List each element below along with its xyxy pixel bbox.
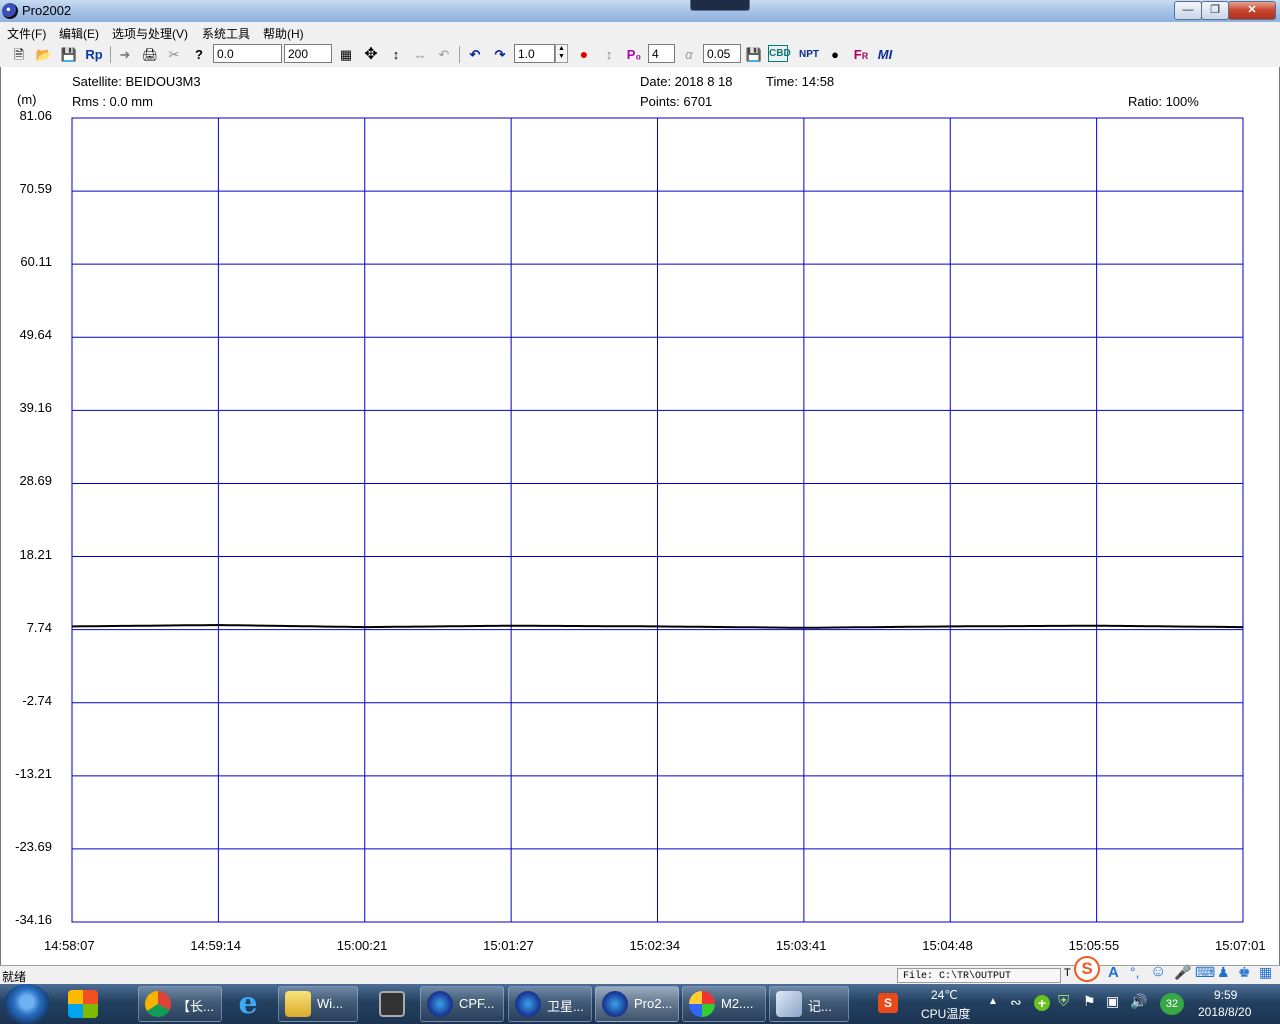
taskbar-item-label: 【长... bbox=[177, 999, 214, 1014]
shield-icon[interactable]: ⛨ bbox=[1058, 993, 1069, 1010]
volume-icon[interactable]: 🔊 bbox=[1130, 993, 1147, 1010]
sogou-ime-icon[interactable]: S bbox=[1074, 956, 1100, 982]
taskbar-item-pro2002[interactable]: Pro2... bbox=[595, 986, 679, 1022]
globe-icon bbox=[427, 991, 453, 1017]
camera-icon bbox=[379, 991, 405, 1017]
ime-user-icon[interactable]: ♟ bbox=[1217, 964, 1230, 981]
globe-icon bbox=[515, 991, 541, 1017]
badge-counter[interactable]: 32 bbox=[1160, 993, 1184, 1015]
taskbar-item-label: 卫星... bbox=[547, 999, 584, 1014]
ie-icon: e bbox=[238, 986, 258, 1021]
taskbar: 【长... e Wi... CPF... 卫星... Pro2... M2...… bbox=[0, 984, 1280, 1024]
clock-date[interactable]: 2018/8/20 bbox=[1198, 1005, 1251, 1019]
status-extra: T bbox=[1064, 967, 1071, 979]
taskbar-item-notepad[interactable]: 记... bbox=[769, 986, 849, 1022]
ime-keyboard-icon[interactable]: ⌨ bbox=[1195, 964, 1215, 981]
ime-skin-icon[interactable]: ♚ bbox=[1238, 964, 1251, 981]
display-tray-icon[interactable]: ▣ bbox=[1106, 993, 1119, 1010]
taskbar-item-label: Wi... bbox=[317, 996, 343, 1011]
ime-punct-icon[interactable]: °, bbox=[1130, 964, 1140, 980]
start-button[interactable] bbox=[4, 984, 50, 1024]
series-line bbox=[72, 623, 1243, 629]
sogou-tray-icon[interactable]: S bbox=[878, 993, 898, 1013]
taskbar-item-satellite[interactable]: 卫星... bbox=[508, 986, 592, 1022]
taskbar-item-explorer[interactable]: Wi... bbox=[278, 986, 358, 1022]
security-plus-icon[interactable]: + bbox=[1034, 995, 1050, 1011]
ime-emoji-icon[interactable]: ☺ bbox=[1150, 963, 1166, 981]
taskbar-item-label: CPF... bbox=[459, 996, 495, 1011]
status-ready: 就绪 bbox=[2, 970, 27, 984]
taskbar-item-cpf[interactable]: CPF... bbox=[420, 986, 504, 1022]
flag-icon[interactable]: ⚑ bbox=[1083, 993, 1096, 1010]
taskbar-item-label: Pro2... bbox=[634, 996, 673, 1011]
taskbar-item-chrome[interactable]: 【长... bbox=[138, 986, 222, 1022]
ime-mode-icon[interactable]: A bbox=[1108, 964, 1119, 981]
notepad-icon bbox=[776, 991, 802, 1017]
chart-plot[interactable] bbox=[0, 0, 1280, 1024]
folder-icon bbox=[285, 991, 311, 1017]
ime-mic-icon[interactable]: 🎤 bbox=[1174, 964, 1191, 981]
taskbar-item-label: M2.... bbox=[721, 996, 754, 1011]
weather-temp: 24℃ bbox=[931, 988, 958, 1002]
quick-launch-icon[interactable] bbox=[68, 990, 98, 1018]
network-tray-icon[interactable]: ∾ bbox=[1010, 994, 1022, 1011]
status-file-path: File: C:\TR\OUTPUT bbox=[897, 968, 1061, 983]
taskbar-item-ie[interactable]: e bbox=[224, 986, 272, 1022]
taskbar-item-label: 记... bbox=[808, 999, 832, 1014]
taskbar-item-paint[interactable]: M2.... bbox=[682, 986, 766, 1022]
status-bar: 就绪 File: C:\TR\OUTPUT T S A °, ☺ 🎤 ⌨ ♟ ♚… bbox=[0, 956, 1280, 985]
ime-menu-icon[interactable]: ▦ bbox=[1259, 964, 1272, 981]
paint-icon bbox=[689, 991, 715, 1017]
globe-icon bbox=[602, 991, 628, 1017]
taskbar-item-camera[interactable] bbox=[368, 986, 414, 1022]
chrome-icon bbox=[145, 991, 171, 1017]
tray-expand-icon[interactable]: ▲ bbox=[988, 996, 998, 1007]
clock-time[interactable]: 9:59 bbox=[1214, 988, 1237, 1002]
cpu-temp-label: CPU温度 bbox=[921, 1007, 971, 1021]
